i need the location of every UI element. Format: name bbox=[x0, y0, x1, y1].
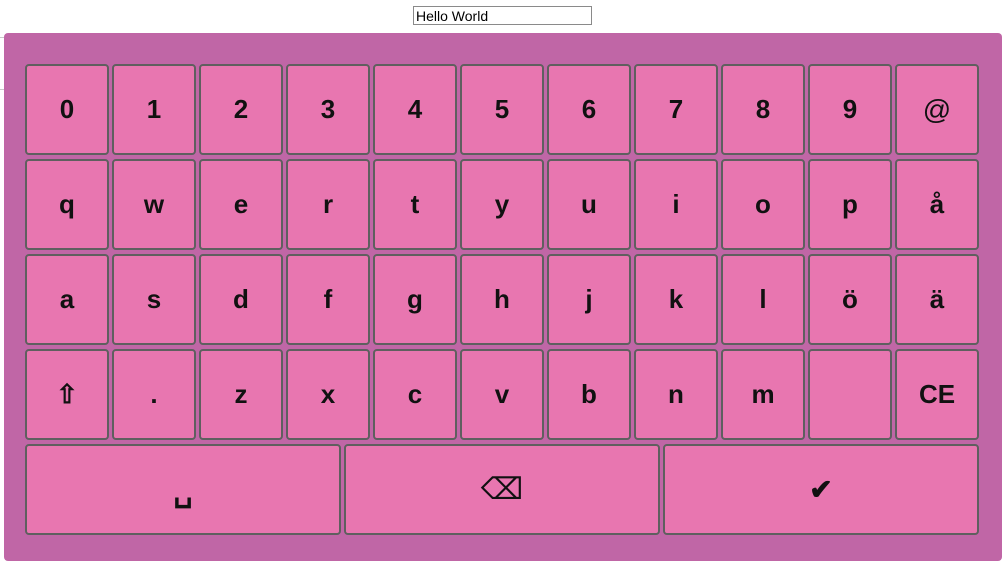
key-j[interactable]: j bbox=[547, 254, 631, 345]
key-period[interactable]: . bbox=[112, 349, 196, 440]
key-7[interactable]: 7 bbox=[634, 64, 718, 155]
key-n[interactable]: n bbox=[634, 349, 718, 440]
key-o-umlaut[interactable]: ö bbox=[808, 254, 892, 345]
key-w[interactable]: w bbox=[112, 159, 196, 250]
key-d[interactable]: d bbox=[199, 254, 283, 345]
key-3[interactable]: 3 bbox=[286, 64, 370, 155]
key-a-umlaut[interactable]: ä bbox=[895, 254, 979, 345]
key-8[interactable]: 8 bbox=[721, 64, 805, 155]
key-l[interactable]: l bbox=[721, 254, 805, 345]
key-y[interactable]: y bbox=[460, 159, 544, 250]
key-6[interactable]: 6 bbox=[547, 64, 631, 155]
shift-key-icon[interactable]: ⇧ bbox=[25, 349, 109, 440]
key-u[interactable]: u bbox=[547, 159, 631, 250]
key-a-ring[interactable]: å bbox=[895, 159, 979, 250]
keyboard-row-home-letters: a s d f g h j k l ö ä bbox=[25, 254, 981, 345]
key-k[interactable]: k bbox=[634, 254, 718, 345]
keyboard-row-top-letters: q w e r t y u i o p å bbox=[25, 159, 981, 250]
key-5[interactable]: 5 bbox=[460, 64, 544, 155]
virtual-keyboard: 0 1 2 3 4 5 6 7 8 9 @ q w e r t y u i o … bbox=[4, 33, 1002, 561]
backspace-key-icon[interactable]: ⌫ bbox=[344, 444, 660, 535]
key-r[interactable]: r bbox=[286, 159, 370, 250]
key-blank[interactable] bbox=[808, 349, 892, 440]
key-b[interactable]: b bbox=[547, 349, 631, 440]
key-2[interactable]: 2 bbox=[199, 64, 283, 155]
key-1[interactable]: 1 bbox=[112, 64, 196, 155]
key-4[interactable]: 4 bbox=[373, 64, 457, 155]
clear-entry-key[interactable]: CE bbox=[895, 349, 979, 440]
keyboard-row-actions: ␣ ⌫ ✔ bbox=[25, 444, 981, 535]
key-a[interactable]: a bbox=[25, 254, 109, 345]
key-c[interactable]: c bbox=[373, 349, 457, 440]
key-g[interactable]: g bbox=[373, 254, 457, 345]
enter-checkmark-key-icon[interactable]: ✔ bbox=[663, 444, 979, 535]
key-s[interactable]: s bbox=[112, 254, 196, 345]
key-p[interactable]: p bbox=[808, 159, 892, 250]
key-h[interactable]: h bbox=[460, 254, 544, 345]
space-key[interactable]: ␣ bbox=[25, 444, 341, 535]
text-input-field[interactable] bbox=[413, 6, 592, 25]
key-q[interactable]: q bbox=[25, 159, 109, 250]
key-o[interactable]: o bbox=[721, 159, 805, 250]
key-i[interactable]: i bbox=[634, 159, 718, 250]
key-e[interactable]: e bbox=[199, 159, 283, 250]
key-f[interactable]: f bbox=[286, 254, 370, 345]
key-z[interactable]: z bbox=[199, 349, 283, 440]
key-at[interactable]: @ bbox=[895, 64, 979, 155]
keyboard-row-digits: 0 1 2 3 4 5 6 7 8 9 @ bbox=[25, 64, 981, 155]
keyboard-row-bottom-letters: ⇧ . z x c v b n m CE bbox=[25, 349, 981, 440]
key-m[interactable]: m bbox=[721, 349, 805, 440]
key-t[interactable]: t bbox=[373, 159, 457, 250]
key-x[interactable]: x bbox=[286, 349, 370, 440]
key-9[interactable]: 9 bbox=[808, 64, 892, 155]
key-v[interactable]: v bbox=[460, 349, 544, 440]
key-0[interactable]: 0 bbox=[25, 64, 109, 155]
